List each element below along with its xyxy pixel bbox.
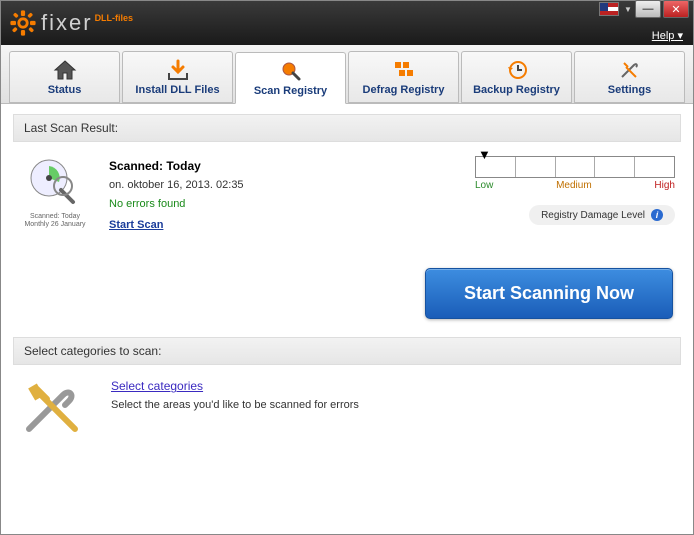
tab-label: Scan Registry [254,85,327,97]
no-errors-text: No errors found [109,195,457,214]
select-categories-link[interactable]: Select categories [111,379,203,393]
help-link[interactable]: Help ▾ [652,29,683,42]
brand-badge: DLL-files [95,13,134,23]
scanned-title: Scanned: Today [109,156,457,176]
last-scan-header: Last Scan Result: [13,114,681,142]
tab-scan-registry[interactable]: Scan Registry [235,52,346,104]
clock-subtext: Scanned: Today Monthly 26 January [19,213,91,230]
categories-desc: Select the areas you'd like to be scanne… [111,399,359,411]
home-icon [53,58,77,82]
tab-label: Install DLL Files [135,84,219,96]
tab-settings[interactable]: Settings [574,51,685,103]
download-icon [166,58,190,82]
tab-label: Backup Registry [473,84,560,96]
start-scanning-button[interactable]: Start Scanning Now [425,268,673,319]
main-tabs: Status Install DLL Files Scan Registry D… [1,45,693,104]
app-logo: fixer DLL-files [9,9,133,37]
tab-label: Status [48,84,82,96]
language-dropdown[interactable]: ▼ [623,2,633,16]
tools-illustration [19,379,91,442]
categories-text: Select categories Select the areas you'd… [111,379,359,411]
titlebar: fixer DLL-files ▼ — ✕ Help ▾ [1,1,693,45]
gauge-pointer-icon: ▼ [478,147,491,162]
gauge-medium: Medium [556,180,592,191]
close-button[interactable]: ✕ [663,0,689,18]
damage-gauge: ▼ Low Medium High Registry Damage Level … [475,156,675,234]
tab-install-dll[interactable]: Install DLL Files [122,51,233,103]
gauge-labels: Low Medium High [475,180,675,191]
gear-icon [9,9,37,37]
blocks-icon [392,58,416,82]
tab-label: Defrag Registry [363,84,445,96]
gauge-low: Low [475,180,493,191]
content-area: Last Scan Result: Scanned: Today Monthly… [1,104,693,534]
info-icon[interactable]: i [651,209,663,221]
flag-icon[interactable] [599,2,619,16]
gauge-bar: ▼ [475,156,675,178]
clock-back-icon [505,58,529,82]
magnifier-icon [279,59,303,83]
damage-level-text: Registry Damage Level [541,210,645,221]
scan-result-row: Scanned: Today Monthly 26 January Scanne… [13,142,681,262]
tab-defrag-registry[interactable]: Defrag Registry [348,51,459,103]
tab-backup-registry[interactable]: Backup Registry [461,51,572,103]
scan-clock-illustration: Scanned: Today Monthly 26 January [19,156,91,234]
scanned-date: on. oktober 16, 2013. 02:35 [109,176,457,195]
select-categories-header: Select categories to scan: [13,337,681,365]
tools-icon [618,58,642,82]
gauge-high: High [654,180,675,191]
minimize-button[interactable]: — [635,0,661,18]
categories-row: Select categories Select the areas you'd… [13,365,681,456]
help-label: Help [652,30,675,42]
tab-label: Settings [608,84,651,96]
tab-status[interactable]: Status [9,51,120,103]
start-scan-link[interactable]: Start Scan [109,219,163,231]
damage-level-badge: Registry Damage Level i [529,205,675,225]
scan-result-text: Scanned: Today on. oktober 16, 2013. 02:… [109,156,457,234]
brand-text: fixer [41,10,93,36]
window-controls: ▼ — ✕ [599,0,689,18]
